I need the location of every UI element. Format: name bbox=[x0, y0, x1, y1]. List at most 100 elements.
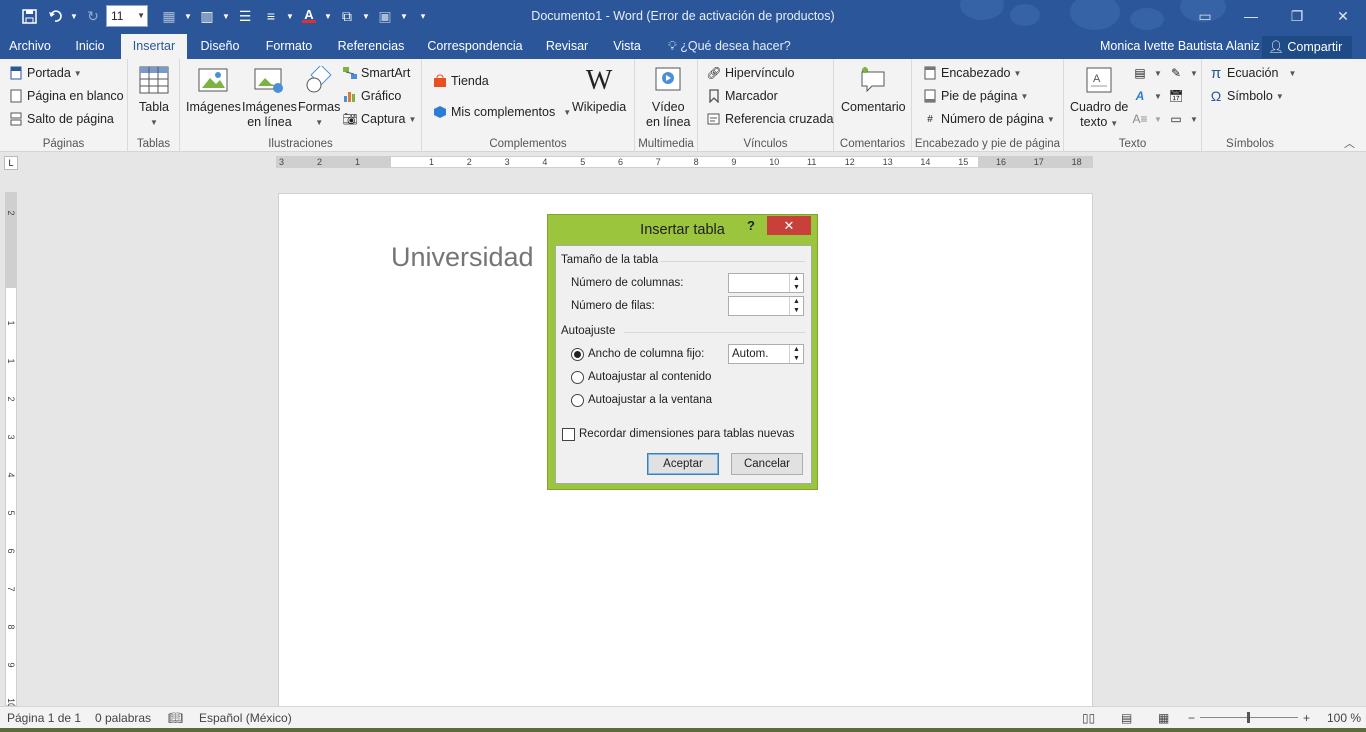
fixed-width-label[interactable]: Ancho de columna fijo: bbox=[588, 348, 704, 360]
quick-parts-button[interactable]: ▤ ▼ bbox=[1132, 62, 1162, 84]
grafico-label: Gráfico bbox=[361, 89, 402, 103]
tab-selector-icon[interactable]: L bbox=[4, 156, 18, 170]
zoom-slider-handle[interactable] bbox=[1247, 712, 1250, 723]
zoom-in-button[interactable]: + bbox=[1303, 711, 1310, 725]
hipervinculo-button[interactable]: 🔗︎ Hipervínculo bbox=[706, 62, 794, 84]
remember-label[interactable]: Recordar dimensiones para tablas nuevas bbox=[579, 428, 794, 440]
rows-stepper[interactable]: ▲ ▼ bbox=[728, 296, 804, 316]
cuadro-texto-button[interactable]: A Cuadro de texto ▼ bbox=[1070, 63, 1128, 131]
zoom-out-button[interactable]: − bbox=[1188, 711, 1195, 725]
radio-fixed-width[interactable] bbox=[571, 348, 584, 361]
down-arrow-icon[interactable]: ▼ bbox=[793, 355, 800, 362]
radio-fit-contents[interactable] bbox=[571, 371, 584, 384]
columns-stepper[interactable]: ▲ ▼ bbox=[728, 273, 804, 293]
store-icon bbox=[432, 73, 448, 89]
wikipedia-button[interactable]: W Wikipedia bbox=[572, 63, 626, 115]
chevron-down-icon: ▼ bbox=[73, 68, 82, 78]
web-layout-icon[interactable]: ▦ bbox=[1158, 711, 1169, 725]
help-icon[interactable]: ? bbox=[747, 218, 759, 233]
formas-button[interactable]: Formas ▼ bbox=[298, 63, 340, 130]
comentario-button[interactable]: Comentario bbox=[841, 63, 906, 115]
up-arrow-icon[interactable]: ▲ bbox=[793, 346, 800, 353]
numero-pagina-button[interactable]: # Número de página ▼ bbox=[922, 108, 1055, 130]
ruler-tick: 3 bbox=[279, 157, 285, 167]
marcador-button[interactable]: Marcador bbox=[706, 85, 778, 107]
simbolo-button[interactable]: Ω Símbolo ▼ bbox=[1208, 85, 1284, 107]
fit-contents-label[interactable]: Autoajustar al contenido bbox=[588, 371, 711, 383]
imagenes-button[interactable]: Imágenes bbox=[186, 63, 241, 115]
text-box-icon: A bbox=[1082, 63, 1116, 97]
page-number-icon: # bbox=[927, 113, 933, 125]
tab-revisar[interactable]: Revisar bbox=[538, 34, 596, 59]
tabla-button[interactable]: Tabla ▼ bbox=[137, 63, 171, 130]
restore-button[interactable]: ❐ bbox=[1274, 0, 1320, 32]
horizontal-ruler[interactable]: 3 2 1 1 2 3 4 5 6 7 8 9 10 11 12 13 14 15 16 17 18 bbox=[276, 156, 1093, 168]
ribbon-display-icon[interactable]: ▭ bbox=[1182, 0, 1228, 32]
ok-button[interactable]: Aceptar bbox=[647, 453, 719, 475]
radio-fit-window[interactable] bbox=[571, 394, 584, 407]
signature-line-button[interactable]: ✎ ▼ bbox=[1168, 62, 1198, 84]
mis-complementos-button[interactable]: Mis complementos ▼ bbox=[432, 101, 571, 123]
smartart-button[interactable]: SmartArt bbox=[342, 62, 410, 84]
close-window-button[interactable]: ✕ bbox=[1320, 0, 1366, 32]
fixed-width-value[interactable]: Autom. bbox=[732, 348, 768, 360]
date-time-button[interactable]: 📅︎ bbox=[1168, 85, 1187, 107]
object-button[interactable]: ▭ ▼ bbox=[1168, 108, 1198, 130]
collapse-ribbon-icon[interactable]: ︿ bbox=[1344, 135, 1355, 151]
close-button[interactable]: ✕ bbox=[767, 216, 811, 235]
print-layout-icon[interactable]: ▤ bbox=[1121, 711, 1132, 725]
drop-cap-button[interactable]: A≡ ▼ bbox=[1132, 108, 1161, 130]
pie-pagina-button[interactable]: Pie de página ▼ bbox=[922, 85, 1028, 107]
up-arrow-icon[interactable]: ▲ bbox=[793, 298, 800, 305]
down-arrow-icon[interactable]: ▼ bbox=[793, 307, 800, 314]
tab-vista[interactable]: Vista bbox=[604, 34, 650, 59]
down-arrow-icon[interactable]: ▼ bbox=[793, 284, 800, 291]
up-arrow-icon[interactable]: ▲ bbox=[793, 275, 800, 282]
video-en-linea-button[interactable]: Vídeo en línea bbox=[646, 63, 690, 130]
captura-button[interactable]: 📷︎ Captura ▼ bbox=[342, 108, 416, 130]
title-bar: ▼ ↻ 11 ▼ ▦ ▼ ▥ ▼ ☰ ≡ ▼ A ▼ ⧉ ▼ ▣ ▼ ▾ Doc… bbox=[0, 0, 1366, 34]
remember-checkbox[interactable] bbox=[562, 428, 575, 441]
read-mode-icon[interactable]: ▯▯ bbox=[1082, 711, 1095, 725]
columns-label: Número de columnas: bbox=[571, 277, 684, 289]
zoom-level[interactable]: 100 % bbox=[1327, 711, 1361, 725]
portada-button[interactable]: Portada ▼ bbox=[8, 62, 82, 84]
fit-window-label[interactable]: Autoajustar a la ventana bbox=[588, 394, 712, 406]
tell-me-box[interactable]: 💡︎ ¿Qué desea hacer? bbox=[668, 34, 791, 59]
page-count[interactable]: Página 1 de 1 bbox=[7, 711, 81, 725]
vertical-ruler[interactable]: 211234567891011 bbox=[5, 192, 17, 708]
proofing-icon[interactable]: 📖︎ bbox=[168, 711, 183, 725]
imagenes-en-linea-button[interactable]: Imágenes en línea bbox=[242, 63, 297, 130]
tab-formato[interactable]: Formato bbox=[255, 34, 323, 59]
tab-diseno[interactable]: Diseño bbox=[190, 34, 250, 59]
user-name[interactable]: Monica Ivette Bautista Alaniz bbox=[1100, 34, 1260, 59]
ruler-tick: 7 bbox=[6, 586, 16, 592]
fixed-width-stepper[interactable]: Autom. ▲ ▼ bbox=[728, 344, 804, 364]
tab-inicio[interactable]: Inicio bbox=[62, 34, 118, 59]
cancel-button[interactable]: Cancelar bbox=[731, 453, 803, 475]
document-text[interactable]: Universidad bbox=[391, 242, 534, 273]
tab-referencias[interactable]: Referencias bbox=[330, 34, 412, 59]
tab-correspondencia[interactable]: Correspondencia bbox=[420, 34, 530, 59]
language-status[interactable]: Español (México) bbox=[199, 711, 292, 725]
page-break-icon bbox=[8, 111, 24, 127]
tienda-button[interactable]: Tienda bbox=[432, 70, 489, 92]
smartart-icon bbox=[342, 65, 358, 81]
tab-insertar[interactable]: Insertar bbox=[121, 34, 187, 59]
cross-reference-icon bbox=[706, 111, 722, 127]
minimize-button[interactable]: — bbox=[1228, 0, 1274, 32]
tab-archivo[interactable]: Archivo bbox=[0, 34, 60, 59]
comentario-label: Comentario bbox=[841, 100, 906, 114]
pi-icon: π bbox=[1210, 64, 1222, 82]
pagina-blanco-button[interactable]: Página en blanco bbox=[8, 85, 124, 107]
referencia-cruzada-button[interactable]: Referencia cruzada bbox=[706, 108, 833, 130]
encabezado-button[interactable]: Encabezado ▼ bbox=[922, 62, 1021, 84]
salto-pagina-button[interactable]: Salto de página bbox=[8, 108, 114, 130]
grafico-button[interactable]: Gráfico bbox=[342, 85, 401, 107]
ruler-tick: 2 bbox=[317, 157, 323, 167]
share-button[interactable]: 👤︎ Compartir bbox=[1262, 36, 1352, 58]
ecuacion-button[interactable]: π Ecuación ▼ bbox=[1208, 62, 1297, 84]
word-count[interactable]: 0 palabras bbox=[95, 711, 151, 725]
cuadro-texto-label-2-wrap: texto ▼ bbox=[1080, 115, 1118, 131]
wordart-button[interactable]: A ▼ bbox=[1132, 85, 1162, 107]
